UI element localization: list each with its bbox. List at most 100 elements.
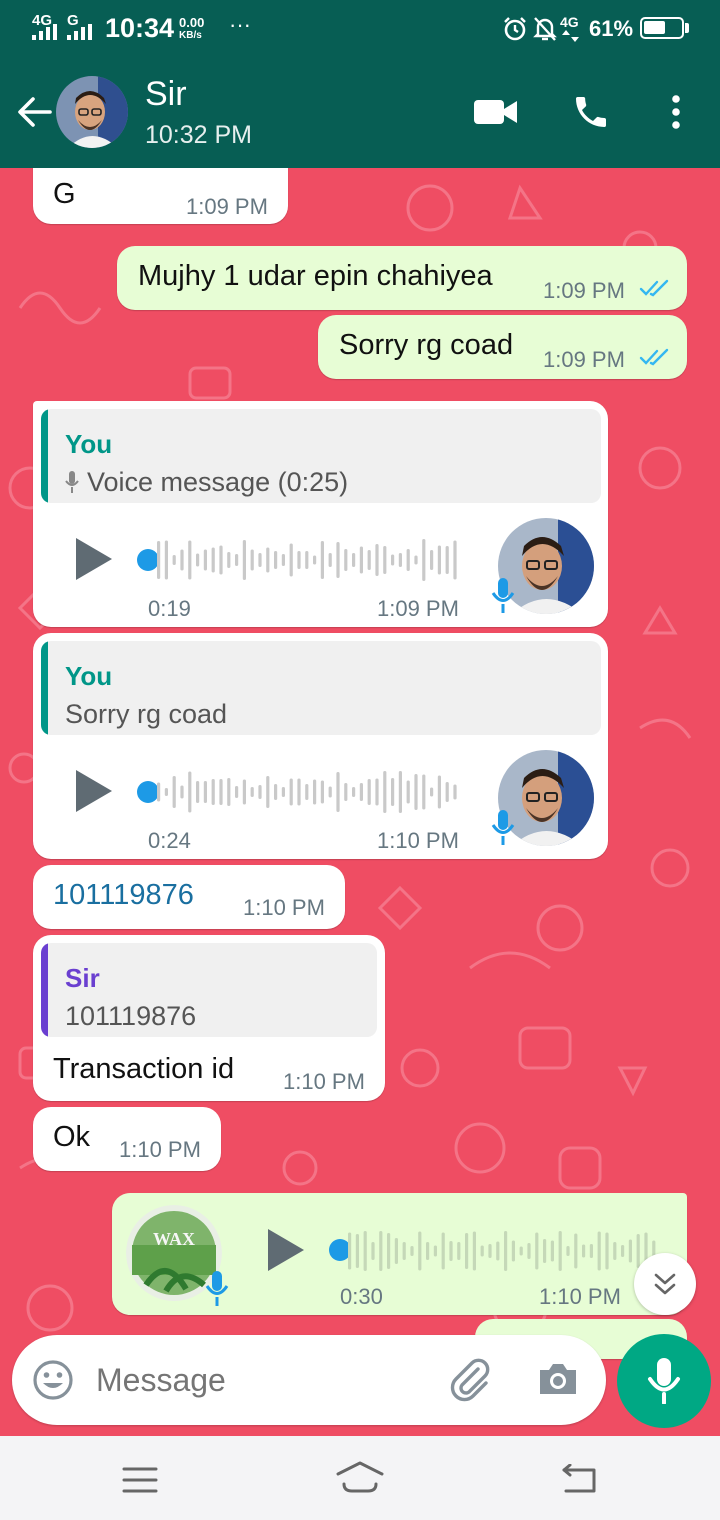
chat-header: Sir 10:32 PM bbox=[0, 58, 720, 168]
record-voice-button[interactable] bbox=[617, 1334, 711, 1428]
waveform-bar bbox=[535, 1232, 539, 1270]
waveform-bar bbox=[157, 541, 161, 579]
waveform-bar bbox=[543, 1239, 547, 1263]
message-outgoing[interactable]: Mujhy 1 udar epin chahiyea 1:09 PM bbox=[117, 246, 687, 310]
waveform-bar bbox=[242, 540, 246, 580]
voice-duration: 0:30 bbox=[340, 1284, 383, 1309]
seek-handle[interactable] bbox=[137, 549, 159, 571]
message-incoming[interactable]: 101119876 1:10 PM bbox=[33, 865, 345, 929]
message-time: 1:10 PM bbox=[539, 1284, 621, 1309]
quote-text: Voice message (0:25) bbox=[87, 467, 349, 497]
home-icon[interactable] bbox=[334, 1460, 386, 1496]
voice-duration: 0:19 bbox=[148, 596, 191, 621]
phone-icon[interactable] bbox=[571, 92, 611, 132]
voice-message-incoming[interactable]: You Sorry rg coad 0:24 1:10 PM bbox=[33, 633, 608, 859]
waveform-bar bbox=[188, 771, 192, 813]
mic-icon bbox=[491, 810, 515, 845]
waveform-bar bbox=[227, 552, 231, 568]
video-call-icon[interactable] bbox=[474, 96, 518, 128]
message-link-text[interactable]: 101119876 bbox=[53, 879, 194, 912]
message-input[interactable] bbox=[96, 1357, 426, 1403]
waveform-bar bbox=[398, 553, 402, 567]
waveform-bar bbox=[426, 1242, 430, 1260]
more-vert-icon[interactable] bbox=[668, 94, 684, 130]
contact-avatar[interactable] bbox=[56, 76, 128, 148]
waveform-bar bbox=[558, 1231, 562, 1271]
waveform-bar bbox=[465, 1233, 469, 1269]
waveform-bar bbox=[414, 555, 418, 565]
message-time: 1:09 PM bbox=[543, 347, 625, 372]
menu-icon[interactable] bbox=[122, 1466, 158, 1494]
waveform-bar bbox=[437, 545, 441, 575]
return-icon[interactable] bbox=[560, 1464, 600, 1496]
play-icon[interactable] bbox=[268, 1229, 304, 1271]
waveform-bar bbox=[328, 786, 332, 798]
waveform[interactable] bbox=[348, 1229, 658, 1273]
waveform-bar bbox=[227, 778, 231, 806]
voice-message-incoming[interactable]: You Voice message (0:25) 0:19 1:09 PM bbox=[33, 401, 608, 627]
quoted-message[interactable]: Sir 101119876 bbox=[41, 943, 377, 1037]
contact-name[interactable]: Sir bbox=[145, 75, 187, 114]
waveform-bar bbox=[203, 549, 207, 571]
waveform-bar bbox=[235, 786, 239, 798]
waveform-bar bbox=[605, 1232, 609, 1270]
waveform-bar bbox=[164, 788, 168, 796]
waveform-bar bbox=[613, 1242, 617, 1260]
message-incoming[interactable]: G 1:09 PM bbox=[33, 168, 288, 224]
waveform-bar bbox=[371, 1242, 375, 1260]
waveform-bar bbox=[582, 1244, 586, 1258]
waveform-bar bbox=[550, 1240, 554, 1262]
waveform-bar bbox=[328, 553, 332, 567]
message-outgoing[interactable]: Sorry rg coad 1:09 PM bbox=[318, 315, 687, 379]
play-icon[interactable] bbox=[76, 770, 112, 812]
attach-icon[interactable] bbox=[448, 1357, 494, 1403]
message-time: 1:09 PM bbox=[543, 278, 625, 303]
quote-author: You bbox=[65, 661, 113, 691]
message-incoming[interactable]: Ok 1:10 PM bbox=[33, 1107, 221, 1171]
waveform-bar bbox=[410, 1246, 414, 1256]
message-text: G bbox=[53, 178, 76, 210]
voice-message-outgoing[interactable]: WAX 0:30 1:10 PM bbox=[112, 1193, 687, 1315]
emoji-icon[interactable] bbox=[32, 1359, 74, 1401]
waveform-bar bbox=[320, 541, 324, 579]
play-icon[interactable] bbox=[76, 538, 112, 580]
waveform-bar bbox=[242, 779, 246, 805]
waveform-bar bbox=[348, 1232, 352, 1270]
waveform-bar bbox=[422, 774, 426, 810]
back-arrow-icon[interactable] bbox=[16, 94, 52, 130]
waveform-bar bbox=[336, 542, 340, 578]
waveform-bar bbox=[359, 546, 363, 574]
waveform-bar bbox=[305, 784, 309, 800]
waveform-bar bbox=[391, 554, 395, 566]
waveform-bar bbox=[367, 779, 371, 805]
waveform-bar bbox=[359, 783, 363, 801]
message-time: 1:10 PM bbox=[377, 828, 459, 853]
message-text: Sorry rg coad bbox=[339, 329, 514, 361]
scroll-down-button[interactable] bbox=[634, 1253, 696, 1315]
waveform-bar bbox=[406, 549, 410, 571]
waveform-bar bbox=[433, 1245, 437, 1257]
waveform-bar bbox=[511, 1240, 515, 1262]
quoted-message[interactable]: You Voice message (0:25) bbox=[41, 409, 601, 503]
quoted-message[interactable]: You Sorry rg coad bbox=[41, 641, 601, 735]
waveform[interactable] bbox=[157, 770, 463, 814]
waveform-bar bbox=[363, 1231, 367, 1271]
camera-icon[interactable] bbox=[537, 1361, 579, 1397]
waveform-bar bbox=[628, 1239, 632, 1263]
alarm-icon bbox=[504, 17, 526, 41]
waveform-bar bbox=[219, 779, 223, 805]
waveform-bar bbox=[406, 780, 410, 804]
double-check-icon bbox=[639, 348, 669, 366]
waveform-bar bbox=[621, 1245, 625, 1257]
waveform-bar bbox=[449, 1241, 453, 1261]
quote-author: Sir bbox=[65, 963, 100, 993]
waveform[interactable] bbox=[157, 538, 463, 582]
message-incoming[interactable]: Sir 101119876 Transaction id 1:10 PM bbox=[33, 935, 385, 1101]
waveform-bar bbox=[289, 543, 293, 577]
seek-handle[interactable] bbox=[137, 781, 159, 803]
thumbnail-label: WAX bbox=[153, 1229, 195, 1249]
mic-icon bbox=[491, 578, 515, 613]
message-text: Ok bbox=[53, 1121, 91, 1153]
chat-area[interactable]: G 1:09 PM Mujhy 1 udar epin chahiyea 1:0… bbox=[0, 168, 720, 1436]
waveform-bar bbox=[383, 771, 387, 813]
